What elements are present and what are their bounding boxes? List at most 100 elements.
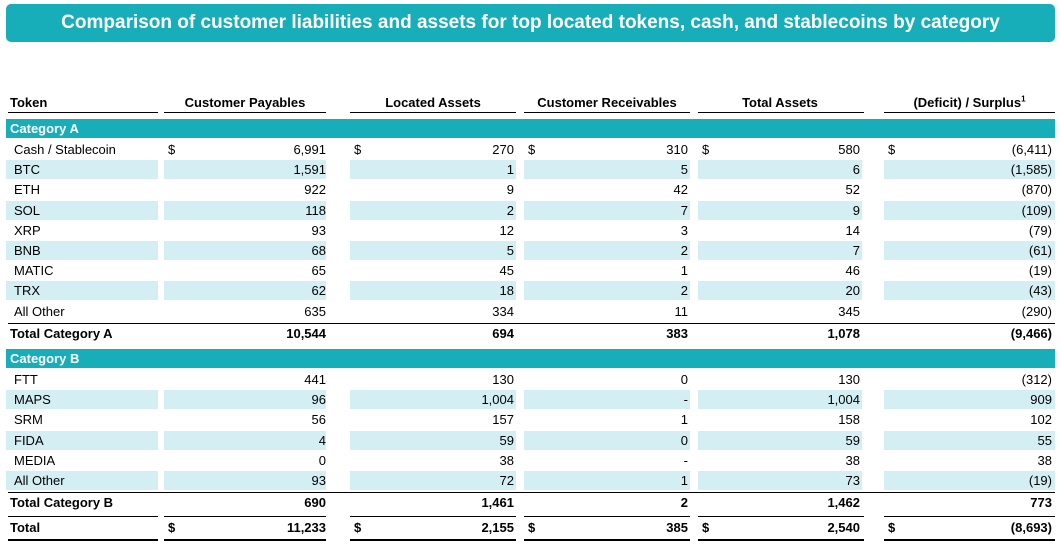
category-a-row-5-surplus: (61) — [1028, 243, 1052, 258]
category-b-label: Category B — [10, 351, 80, 366]
category-a-row-7-receivables: 2 — [680, 283, 688, 299]
category-b-row-3-total: 59 — [845, 432, 860, 448]
category-a-row-8-total: 345 — [838, 303, 860, 319]
category-a-row-4-total: 14 — [845, 222, 860, 238]
category-a-row-2-surplus: (870) — [1021, 182, 1052, 198]
category-a-total-receivables: 383 — [666, 326, 688, 341]
category-a-row-5-token: BNB — [14, 243, 41, 258]
header-rule-receivables — [524, 112, 690, 113]
category-b-row-5-located: 72 — [499, 473, 514, 488]
header-deficit-surplus: (Deficit) / Surplus1 — [913, 94, 1026, 110]
grand-total-dollar-receivables: $ — [528, 520, 536, 535]
category-a-row-7-surplus: (43) — [1028, 283, 1052, 299]
category-a-row-6-located: 45 — [499, 263, 514, 279]
category-b-row-3-located: 59 — [499, 432, 514, 448]
grand-total-rule-located — [350, 516, 516, 517]
category-a-row-3-total: 9 — [852, 202, 860, 218]
header-rule-surplus — [884, 112, 1055, 113]
category-b-row-3-payables: 4 — [318, 432, 326, 448]
header-rule-payables — [164, 112, 326, 113]
grand-total-payables: 11,233 — [286, 520, 326, 535]
category-b-row-0-payables: 441 — [304, 372, 326, 387]
category-a-row-1-receivables: 5 — [680, 162, 688, 178]
category-b-total-payables: 690 — [304, 495, 326, 510]
category-a-row-3-token: SOL — [14, 202, 41, 218]
category-a-total-located: 694 — [492, 326, 514, 341]
header-rule-total — [698, 112, 864, 113]
category-b-row-2-located: 157 — [492, 412, 514, 428]
category-b-row-4-token: MEDIA — [14, 452, 56, 468]
category-a-row-3-payables: 118 — [305, 202, 326, 218]
header-total-assets: Total Assets — [742, 95, 818, 110]
category-b-row-0-receivables: 0 — [680, 372, 688, 387]
category-a-row-4-surplus: (79) — [1028, 222, 1052, 238]
category-b-row-2-payables: 56 — [311, 412, 326, 428]
grand-total-double-located — [350, 539, 516, 541]
category-a-row-4-token: XRP — [14, 222, 41, 238]
category-b-row-0-total: 130 — [838, 372, 860, 387]
category-a-total-payables: 10,544 — [286, 326, 326, 341]
category-a-row-0-located: 270 — [492, 142, 514, 157]
category-b-row-4-payables: 0 — [318, 452, 326, 468]
category-b-row-5-token: All Other — [14, 473, 65, 488]
category-b-total-token: Total Category B — [10, 495, 114, 510]
category-b-total-surplus: 773 — [1030, 495, 1052, 510]
header-customer-payables: Customer Payables — [184, 95, 306, 110]
category-a-row-6-token: MATIC — [14, 263, 54, 279]
grand-total-rule-surplus — [884, 516, 1055, 517]
category-b-bar — [6, 349, 1055, 368]
footnote-marker: 1 — [1021, 94, 1026, 104]
category-b-total-receivables: 2 — [680, 495, 688, 510]
category-a-row-2-payables: 922 — [304, 182, 326, 198]
category-b-row-1-located: 1,004 — [481, 392, 514, 408]
category-a-total-total: 1,078 — [827, 326, 860, 341]
category-a-row-2-located: 9 — [506, 182, 514, 198]
header-located-assets: Located Assets — [385, 95, 481, 110]
category-a-row-0-surplus: (6,411) — [1011, 142, 1052, 157]
grand-total-double-receivables — [524, 539, 690, 541]
category-a-row-4-payables: 93 — [311, 222, 326, 238]
category-b-row-2-surplus: 102 — [1030, 412, 1052, 428]
category-a-row-5-receivables: 2 — [680, 243, 688, 258]
category-b-row-1-total: 1,004 — [827, 392, 860, 408]
category-a-row-3-surplus: (109) — [1021, 202, 1052, 218]
grand-total-double-surplus — [884, 539, 1055, 541]
category-b-row-0-located: 130 — [492, 372, 514, 387]
category-a-row-5-total: 7 — [852, 243, 860, 258]
grand-total-token: Total — [10, 520, 41, 535]
category-a-row-6-payables: 65 — [311, 263, 326, 279]
category-a-row-0-dollar-receivables: $ — [528, 142, 536, 157]
category-a-row-2-token: ETH — [14, 182, 40, 198]
category-a-row-7-payables: 62 — [311, 283, 326, 299]
category-b-row-5-payables: 93 — [311, 473, 326, 488]
category-a-row-4-located: 12 — [499, 222, 514, 238]
category-b-row-1-surplus: 909 — [1030, 392, 1052, 408]
category-a-bar — [6, 119, 1055, 138]
category-a-row-7-token: TRX — [14, 283, 40, 299]
category-b-row-5-total: 73 — [845, 473, 860, 488]
category-a-row-0-token: Cash / Stablecoin — [14, 142, 116, 157]
category-a-row-8-located: 334 — [492, 303, 514, 319]
category-a-row-1-token: BTC — [14, 162, 40, 178]
category-b-total-located: 1,461 — [481, 495, 514, 510]
category-a-total-surplus: (9,466) — [1010, 326, 1052, 341]
category-a-row-5-payables: 68 — [311, 243, 326, 258]
category-b-row-5-receivables: 1 — [680, 473, 688, 488]
grand-total-receivables: 385 — [666, 520, 688, 535]
category-b-row-1-receivables: - — [683, 392, 688, 408]
category-b-row-3-surplus: 55 — [1037, 432, 1052, 448]
category-a-row-0-dollar-payables: $ — [168, 142, 176, 157]
category-a-row-8-payables: 635 — [304, 303, 326, 319]
category-a-total-token: Total Category A — [10, 326, 113, 341]
grand-total-dollar-located: $ — [354, 520, 362, 535]
grand-total-dollar-surplus: $ — [888, 520, 896, 535]
category-a-row-7-located: 18 — [499, 283, 514, 299]
grand-total-dollar-total: $ — [702, 520, 710, 535]
grand-total-double-payables — [164, 539, 326, 541]
category-b-row-1-payables: 96 — [311, 392, 326, 408]
header-rule-token — [8, 112, 158, 113]
header-rule-located — [350, 112, 516, 113]
category-a-row-3-receivables: 7 — [680, 202, 688, 218]
grand-total-located: 2,155 — [481, 520, 514, 535]
category-b-row-4-located: 38 — [499, 452, 514, 468]
